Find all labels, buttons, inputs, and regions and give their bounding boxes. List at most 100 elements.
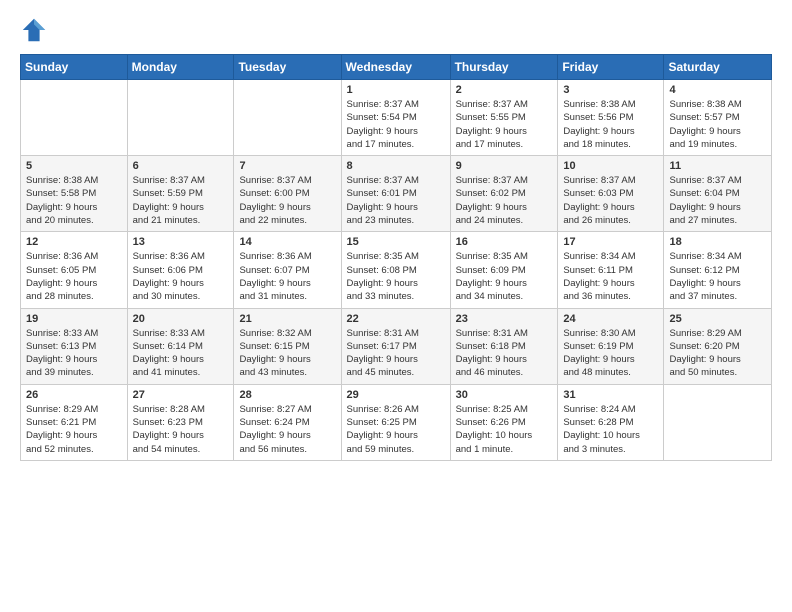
- calendar-day-31: 31Sunrise: 8:24 AM Sunset: 6:28 PM Dayli…: [558, 384, 664, 460]
- day-number: 16: [456, 236, 553, 248]
- day-info: Sunrise: 8:37 AM Sunset: 5:55 PM Dayligh…: [456, 98, 553, 151]
- calendar-day-15: 15 Sunrise: 8:35 AM Sunset: 6:08 PM Dayli…: [341, 232, 450, 308]
- day-info: Sunrise: 8:37 AM Sunset: 6:04 PM Dayligh…: [669, 174, 766, 227]
- day-info: Sunrise: 8:35 AM Sunset: 6:08 PM Dayligh…: [347, 250, 445, 303]
- weekday-header-saturday: Saturday: [664, 55, 772, 80]
- calendar-week-row: 5Sunrise: 8:38 AM Sunset: 5:58 PM Daylig…: [21, 156, 772, 232]
- calendar-day-4: 4 Sunrise: 8:38 AM Sunset: 5:57 PM Daylig…: [664, 80, 772, 156]
- day-info: Sunrise: 8:38 AM Sunset: 5:56 PM Dayligh…: [563, 98, 658, 151]
- calendar-empty-cell: [127, 80, 234, 156]
- day-number: 13: [133, 236, 229, 248]
- calendar-day-18: 18Sunrise: 8:34 AM Sunset: 6:12 PM Dayli…: [664, 232, 772, 308]
- calendar-week-row: 26Sunrise: 8:29 AM Sunset: 6:21 PM Dayli…: [21, 384, 772, 460]
- calendar-day-20: 20 Sunrise: 8:33 AM Sunset: 6:14 PM Dayli…: [127, 308, 234, 384]
- day-info: Sunrise: 8:25 AM Sunset: 6:26 PM Dayligh…: [456, 403, 553, 456]
- day-number: 1: [347, 84, 445, 96]
- calendar-day-19: 19 Sunrise: 8:33 AM Sunset: 6:13 PM Dayli…: [21, 308, 128, 384]
- day-number: 17: [563, 236, 658, 248]
- calendar-day-13: 13 Sunrise: 8:36 AM Sunset: 6:06 PM Dayli…: [127, 232, 234, 308]
- day-number: 8: [347, 160, 445, 172]
- page: SundayMondayTuesdayWednesdayThursdayFrid…: [0, 0, 792, 477]
- day-number: 21: [239, 313, 335, 325]
- day-info: Sunrise: 8:37 AM Sunset: 6:00 PM Dayligh…: [239, 174, 335, 227]
- calendar-day-29: 29 Sunrise: 8:26 AM Sunset: 6:25 PM Dayli…: [341, 384, 450, 460]
- weekday-header-thursday: Thursday: [450, 55, 558, 80]
- calendar-day-27: 27 Sunrise: 8:28 AM Sunset: 6:23 PM Dayli…: [127, 384, 234, 460]
- logo: [20, 16, 52, 44]
- calendar-day-6: 6 Sunrise: 8:37 AM Sunset: 5:59 PM Daylig…: [127, 156, 234, 232]
- day-info: Sunrise: 8:37 AM Sunset: 6:02 PM Dayligh…: [456, 174, 553, 227]
- day-info: Sunrise: 8:38 AM Sunset: 5:58 PM Dayligh…: [26, 174, 122, 227]
- day-number: 10: [563, 160, 658, 172]
- day-number: 24: [563, 313, 658, 325]
- calendar-day-10: 10 Sunrise: 8:37 AM Sunset: 6:03 PM Dayli…: [558, 156, 664, 232]
- day-number: 29: [347, 389, 445, 401]
- day-number: 27: [133, 389, 229, 401]
- calendar-table: SundayMondayTuesdayWednesdayThursdayFrid…: [20, 54, 772, 461]
- day-info: Sunrise: 8:34 AM Sunset: 6:11 PM Dayligh…: [563, 250, 658, 303]
- day-info: Sunrise: 8:28 AM Sunset: 6:23 PM Dayligh…: [133, 403, 229, 456]
- day-info: Sunrise: 8:29 AM Sunset: 6:21 PM Dayligh…: [26, 403, 122, 456]
- calendar-week-row: 12 Sunrise: 8:36 AM Sunset: 6:05 PM Dayli…: [21, 232, 772, 308]
- day-number: 3: [563, 84, 658, 96]
- day-number: 25: [669, 313, 766, 325]
- day-number: 15: [347, 236, 445, 248]
- calendar-day-16: 16Sunrise: 8:35 AM Sunset: 6:09 PM Dayli…: [450, 232, 558, 308]
- header: [20, 16, 772, 44]
- day-info: Sunrise: 8:34 AM Sunset: 6:12 PM Dayligh…: [669, 250, 766, 303]
- day-number: 9: [456, 160, 553, 172]
- day-info: Sunrise: 8:38 AM Sunset: 5:57 PM Dayligh…: [669, 98, 766, 151]
- weekday-header-tuesday: Tuesday: [234, 55, 341, 80]
- day-info: Sunrise: 8:33 AM Sunset: 6:14 PM Dayligh…: [133, 327, 229, 380]
- day-info: Sunrise: 8:26 AM Sunset: 6:25 PM Dayligh…: [347, 403, 445, 456]
- day-info: Sunrise: 8:36 AM Sunset: 6:05 PM Dayligh…: [26, 250, 122, 303]
- calendar-day-12: 12 Sunrise: 8:36 AM Sunset: 6:05 PM Dayli…: [21, 232, 128, 308]
- day-info: Sunrise: 8:33 AM Sunset: 6:13 PM Dayligh…: [26, 327, 122, 380]
- day-info: Sunrise: 8:31 AM Sunset: 6:18 PM Dayligh…: [456, 327, 553, 380]
- calendar-day-9: 9 Sunrise: 8:37 AM Sunset: 6:02 PM Daylig…: [450, 156, 558, 232]
- weekday-header-wednesday: Wednesday: [341, 55, 450, 80]
- calendar-week-row: 1 Sunrise: 8:37 AM Sunset: 5:54 PM Daylig…: [21, 80, 772, 156]
- calendar-day-28: 28 Sunrise: 8:27 AM Sunset: 6:24 PM Dayli…: [234, 384, 341, 460]
- calendar-day-22: 22 Sunrise: 8:31 AM Sunset: 6:17 PM Dayli…: [341, 308, 450, 384]
- day-number: 7: [239, 160, 335, 172]
- day-info: Sunrise: 8:37 AM Sunset: 5:59 PM Dayligh…: [133, 174, 229, 227]
- day-info: Sunrise: 8:36 AM Sunset: 6:06 PM Dayligh…: [133, 250, 229, 303]
- day-info: Sunrise: 8:37 AM Sunset: 6:01 PM Dayligh…: [347, 174, 445, 227]
- day-info: Sunrise: 8:36 AM Sunset: 6:07 PM Dayligh…: [239, 250, 335, 303]
- calendar-day-21: 21Sunrise: 8:32 AM Sunset: 6:15 PM Dayli…: [234, 308, 341, 384]
- day-info: Sunrise: 8:29 AM Sunset: 6:20 PM Dayligh…: [669, 327, 766, 380]
- calendar-empty-cell: [664, 384, 772, 460]
- day-number: 19: [26, 313, 122, 325]
- day-number: 20: [133, 313, 229, 325]
- calendar-day-25: 25 Sunrise: 8:29 AM Sunset: 6:20 PM Dayli…: [664, 308, 772, 384]
- day-info: Sunrise: 8:37 AM Sunset: 6:03 PM Dayligh…: [563, 174, 658, 227]
- day-info: Sunrise: 8:37 AM Sunset: 5:54 PM Dayligh…: [347, 98, 445, 151]
- day-number: 4: [669, 84, 766, 96]
- day-number: 30: [456, 389, 553, 401]
- day-number: 6: [133, 160, 229, 172]
- calendar-day-30: 30 Sunrise: 8:25 AM Sunset: 6:26 PM Dayli…: [450, 384, 558, 460]
- day-number: 2: [456, 84, 553, 96]
- day-info: Sunrise: 8:31 AM Sunset: 6:17 PM Dayligh…: [347, 327, 445, 380]
- calendar-day-23: 23 Sunrise: 8:31 AM Sunset: 6:18 PM Dayli…: [450, 308, 558, 384]
- calendar-week-row: 19 Sunrise: 8:33 AM Sunset: 6:13 PM Dayli…: [21, 308, 772, 384]
- day-number: 23: [456, 313, 553, 325]
- day-number: 11: [669, 160, 766, 172]
- day-number: 31: [563, 389, 658, 401]
- calendar-day-1: 1 Sunrise: 8:37 AM Sunset: 5:54 PM Daylig…: [341, 80, 450, 156]
- calendar-day-17: 17 Sunrise: 8:34 AM Sunset: 6:11 PM Dayli…: [558, 232, 664, 308]
- calendar-day-2: 2 Sunrise: 8:37 AM Sunset: 5:55 PM Daylig…: [450, 80, 558, 156]
- day-number: 22: [347, 313, 445, 325]
- day-number: 12: [26, 236, 122, 248]
- calendar-empty-cell: [234, 80, 341, 156]
- day-number: 14: [239, 236, 335, 248]
- day-number: 28: [239, 389, 335, 401]
- day-info: Sunrise: 8:27 AM Sunset: 6:24 PM Dayligh…: [239, 403, 335, 456]
- weekday-header-monday: Monday: [127, 55, 234, 80]
- calendar-day-8: 8 Sunrise: 8:37 AM Sunset: 6:01 PM Daylig…: [341, 156, 450, 232]
- calendar-day-14: 14 Sunrise: 8:36 AM Sunset: 6:07 PM Dayli…: [234, 232, 341, 308]
- day-info: Sunrise: 8:30 AM Sunset: 6:19 PM Dayligh…: [563, 327, 658, 380]
- logo-icon: [20, 16, 48, 44]
- weekday-header-sunday: Sunday: [21, 55, 128, 80]
